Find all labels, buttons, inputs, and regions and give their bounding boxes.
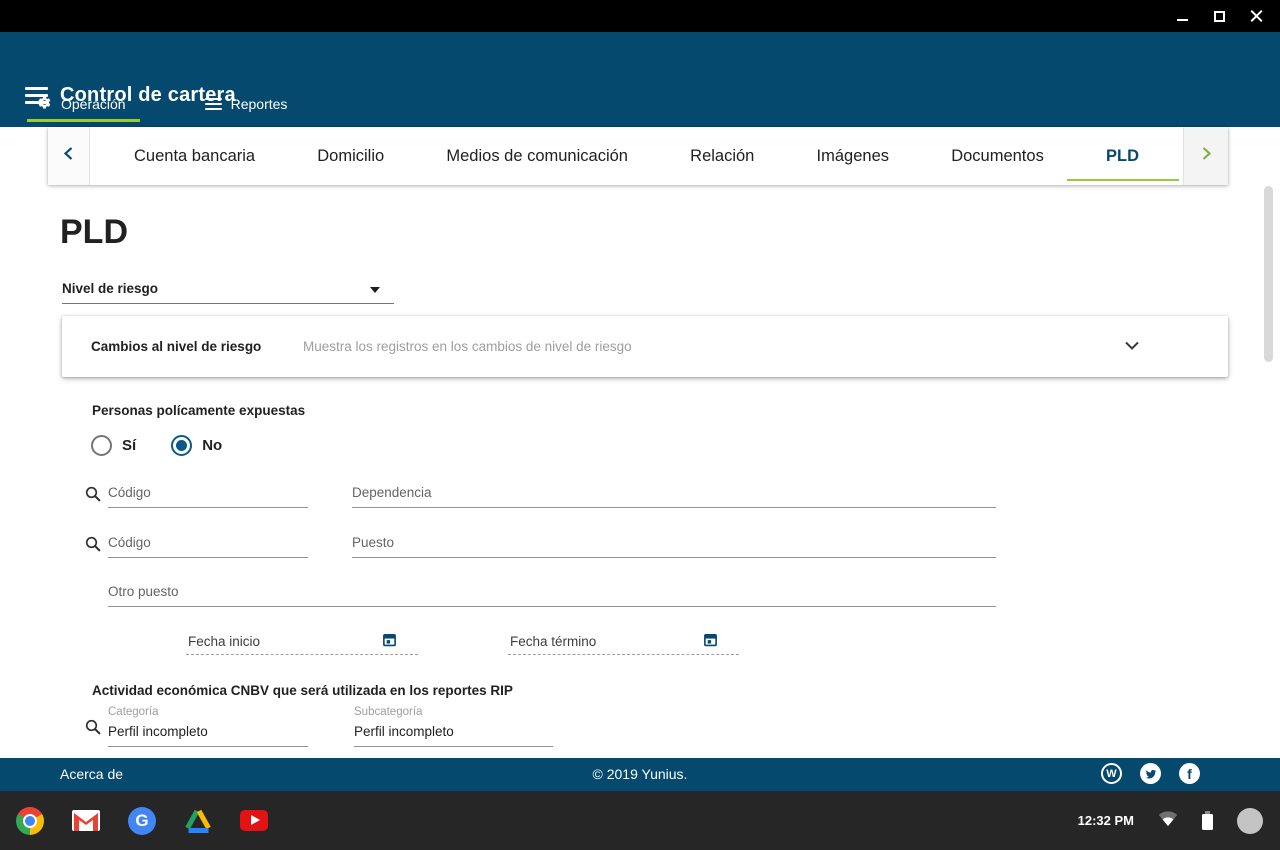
page-title: PLD	[60, 213, 128, 252]
apps-grid-icon[interactable]	[296, 810, 318, 832]
tab-relacion[interactable]: Relación	[680, 127, 764, 185]
search-icon[interactable]	[84, 535, 102, 553]
list-icon	[205, 98, 222, 110]
radio-no-label: No	[202, 437, 222, 454]
search-icon[interactable]	[84, 718, 102, 736]
chevron-down-icon[interactable]	[1124, 338, 1140, 356]
pep-radio-group: Sí No	[91, 435, 257, 456]
fecha-termino-label: Fecha término	[510, 634, 596, 649]
chevron-left-icon	[63, 146, 74, 166]
nav-item-reportes[interactable]: Reportes	[195, 95, 302, 122]
calendar-icon[interactable]	[382, 632, 397, 647]
scrollbar[interactable]	[1264, 186, 1273, 362]
search-icon[interactable]	[84, 485, 102, 503]
gmail-icon[interactable]	[72, 810, 100, 831]
fecha-inicio-field[interactable]: Fecha inicio	[186, 630, 418, 655]
wifi-icon[interactable]	[1158, 810, 1178, 832]
cnbv-section-title: Actividad económica CNBV que será utiliz…	[92, 683, 513, 698]
nav-label-reportes: Reportes	[231, 96, 288, 112]
maximize-icon[interactable]	[1212, 9, 1227, 24]
categoria-input[interactable]	[108, 722, 308, 747]
close-icon[interactable]	[1249, 9, 1264, 24]
puesto-input[interactable]	[352, 533, 996, 558]
app-header: Control de cartera Operación Reportes	[0, 32, 1280, 127]
cambios-nivel-riesgo-panel[interactable]: Cambios al nivel de riesgo Muestra los r…	[62, 316, 1228, 377]
tabs-prev-button[interactable]	[48, 127, 90, 185]
tab-medios-de-comunicacion[interactable]: Medios de comunicación	[436, 127, 638, 185]
app-nav: Operación Reportes	[27, 95, 301, 127]
minimize-icon[interactable]	[1175, 9, 1190, 24]
subcategoria-label: Subcategoría	[354, 706, 422, 718]
cambios-panel-title: Cambios al nivel de riesgo	[91, 339, 275, 354]
radio-si-label: Sí	[122, 437, 136, 454]
tab-domicilio[interactable]: Domicilio	[307, 127, 394, 185]
page-footer: Acerca de © 2019 Yunius. W f	[0, 758, 1280, 791]
tab-cuenta-bancaria[interactable]: Cuenta bancaria	[124, 127, 265, 185]
tabstrip: Cuenta bancaria Domicilio Medios de comu…	[48, 127, 1228, 185]
cambios-panel-description: Muestra los registros en los cambios de …	[303, 339, 632, 354]
screen: Control de cartera Operación Reportes Cu…	[0, 0, 1280, 850]
battery-icon[interactable]	[1202, 811, 1213, 830]
google-icon[interactable]: G	[128, 807, 156, 835]
drive-icon[interactable]	[184, 809, 212, 833]
fecha-termino-field[interactable]: Fecha término	[508, 630, 739, 655]
codigo-dependencia-input[interactable]	[108, 483, 308, 508]
social-links: W f	[1101, 763, 1200, 784]
chrome-icon[interactable]	[16, 807, 44, 835]
nivel-de-riesgo-select[interactable]: Nivel de riesgo	[62, 277, 394, 304]
pep-label: Personas polícamente expuestas	[92, 403, 305, 418]
nav-label-operacion: Operación	[61, 96, 126, 112]
nav-item-operacion[interactable]: Operación	[27, 95, 140, 122]
gear-icon	[37, 95, 52, 113]
taskbar-apps: G	[16, 791, 318, 850]
tab-imagenes[interactable]: Imágenes	[807, 127, 899, 185]
chevron-right-icon	[1201, 146, 1212, 166]
window-titlebar	[0, 0, 1280, 32]
calendar-icon[interactable]	[703, 632, 718, 647]
categoria-label: Categoría	[108, 706, 159, 718]
clock[interactable]: 12:32 PM	[1078, 813, 1134, 828]
otro-puesto-input[interactable]	[108, 582, 996, 607]
radio-no[interactable]: No	[171, 435, 222, 456]
taskbar: G 12:32 PM	[0, 791, 1280, 850]
twitter-icon[interactable]	[1140, 763, 1161, 784]
tab-documentos[interactable]: Documentos	[941, 127, 1054, 185]
copyright-text: © 2019 Yunius.	[0, 766, 1280, 782]
facebook-icon[interactable]: f	[1179, 763, 1200, 784]
radio-button-unselected	[91, 435, 112, 456]
nivel-de-riesgo-label: Nivel de riesgo	[62, 281, 158, 296]
youtube-icon[interactable]	[240, 810, 268, 831]
status-tray[interactable]: 12:32 PM	[1078, 791, 1263, 850]
wordpress-icon[interactable]: W	[1101, 763, 1122, 784]
codigo-puesto-input[interactable]	[108, 533, 308, 558]
avatar[interactable]	[1237, 808, 1263, 834]
fecha-inicio-label: Fecha inicio	[188, 634, 260, 649]
tabs-next-button[interactable]	[1183, 127, 1228, 185]
dependencia-input[interactable]	[352, 483, 996, 508]
subcategoria-input[interactable]	[354, 722, 553, 747]
caret-down-icon	[370, 287, 380, 293]
tabs: Cuenta bancaria Domicilio Medios de comu…	[90, 127, 1183, 185]
radio-si[interactable]: Sí	[91, 435, 136, 456]
radio-button-selected	[171, 435, 192, 456]
tab-pld[interactable]: PLD	[1096, 127, 1149, 185]
